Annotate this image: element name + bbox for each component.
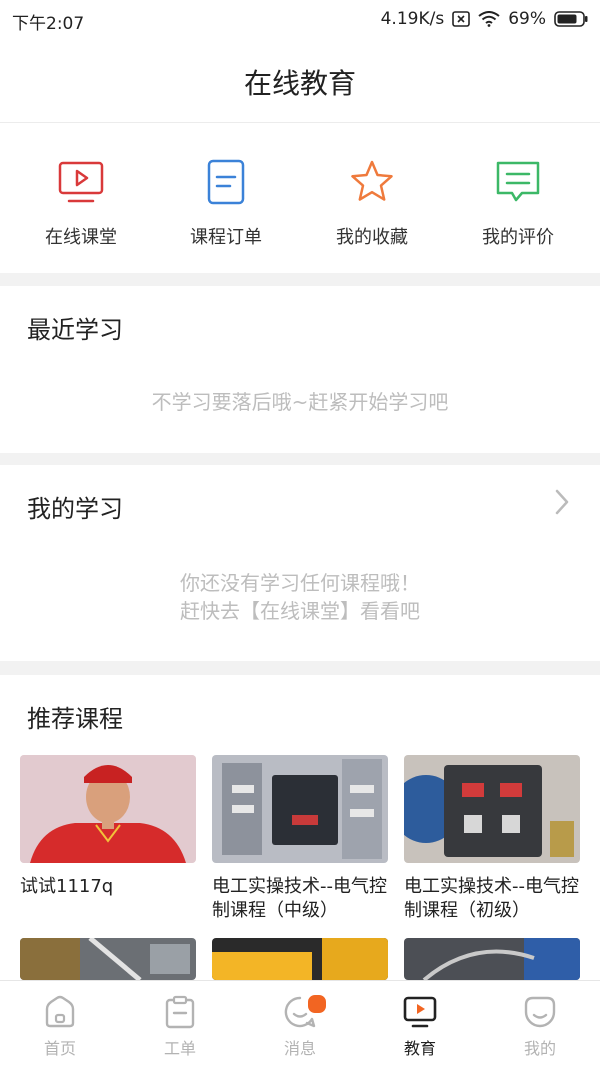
quick-action-label: 在线课堂 [45, 227, 117, 248]
tab-label: 首页 [43, 1039, 76, 1058]
tab-label: 教育 [403, 1039, 436, 1058]
course-thumbnail-image [212, 755, 388, 863]
course-thumbnail[interactable] [212, 755, 388, 863]
sim-card-icon [452, 11, 471, 27]
battery-icon [554, 11, 588, 27]
recent-empty-text: 不学习要落后哦~赶紧开始学习吧 [151, 390, 449, 414]
my-study-empty-line1: 你还没有学习任何课程哦！ [180, 571, 420, 595]
quick-action-favorites[interactable]: 我的收藏 [297, 123, 447, 273]
education-icon [403, 996, 437, 1028]
course-thumbnail[interactable] [404, 755, 580, 863]
course-title: 试试1117q [20, 876, 114, 897]
tab-home[interactable]: 首页 [0, 981, 120, 1068]
chat-icon [496, 161, 540, 202]
quick-action-label: 我的评价 [482, 227, 554, 248]
battery-percent: 69% [508, 9, 546, 29]
course-thumbnail-image [20, 938, 196, 980]
tab-label: 我的 [523, 1039, 556, 1058]
star-icon [351, 160, 393, 201]
recent-study-card: 最近学习 不学习要落后哦~赶紧开始学习吧 [0, 286, 600, 453]
course-title: 电工实操技术--电气控制课程（中级） [212, 876, 387, 921]
course-thumbnail[interactable] [20, 938, 196, 980]
recent-study-title: 最近学习 [27, 316, 123, 344]
tab-education[interactable]: 教育 [360, 981, 480, 1068]
profile-icon [524, 996, 556, 1028]
my-study-title: 我的学习 [27, 495, 123, 523]
quick-action-orders[interactable]: 课程订单 [151, 123, 301, 273]
course-thumbnail-image [404, 938, 580, 980]
bottom-tab-bar: 首页 工单 消息 教育 我的 [0, 980, 600, 1068]
status-right: 4.19K/s 69% [381, 9, 588, 29]
my-study-empty-line2: 赶快去【在线课堂】看看吧 [180, 599, 420, 623]
status-time: 下午2:07 [12, 14, 85, 34]
quick-actions: 在线课堂 课程订单 我的收藏 我的评价 [0, 123, 600, 273]
course-thumbnail[interactable] [20, 755, 196, 863]
course-thumbnail-image [212, 938, 388, 980]
home-icon [45, 995, 75, 1028]
course-title: 电工实操技术--电气控制课程（初级） [404, 876, 579, 921]
chevron-right-icon[interactable] [552, 487, 572, 517]
course-thumbnail-image [404, 755, 580, 863]
video-play-icon [58, 161, 104, 203]
course-thumbnail[interactable] [404, 938, 580, 980]
recommend-title: 推荐课程 [27, 705, 123, 733]
clipboard-icon [165, 995, 195, 1029]
network-speed: 4.19K/s [380, 9, 445, 29]
title-bar: 在线教育 [0, 40, 600, 123]
tab-label: 工单 [163, 1039, 196, 1058]
quick-action-reviews[interactable]: 我的评价 [443, 123, 593, 273]
status-bar: 下午2:07 4.19K/s 69% [0, 0, 600, 40]
my-study-card[interactable]: 我的学习 你还没有学习任何课程哦！ 赶快去【在线课堂】看看吧 [0, 465, 600, 661]
message-badge-dot [306, 993, 328, 1015]
wifi-icon [478, 11, 500, 27]
course-thumbnail[interactable] [212, 938, 388, 980]
tab-messages[interactable]: 消息 [240, 981, 360, 1068]
page-title: 在线教育 [243, 67, 356, 100]
tab-work-order[interactable]: 工单 [120, 981, 240, 1068]
tab-label: 消息 [283, 1039, 316, 1058]
course-thumbnail-image [20, 755, 196, 863]
tab-profile[interactable]: 我的 [480, 981, 600, 1068]
quick-action-label: 我的收藏 [336, 227, 408, 248]
quick-action-label: 课程订单 [190, 227, 262, 248]
quick-action-online-class[interactable]: 在线课堂 [6, 123, 156, 273]
document-icon [207, 159, 245, 205]
